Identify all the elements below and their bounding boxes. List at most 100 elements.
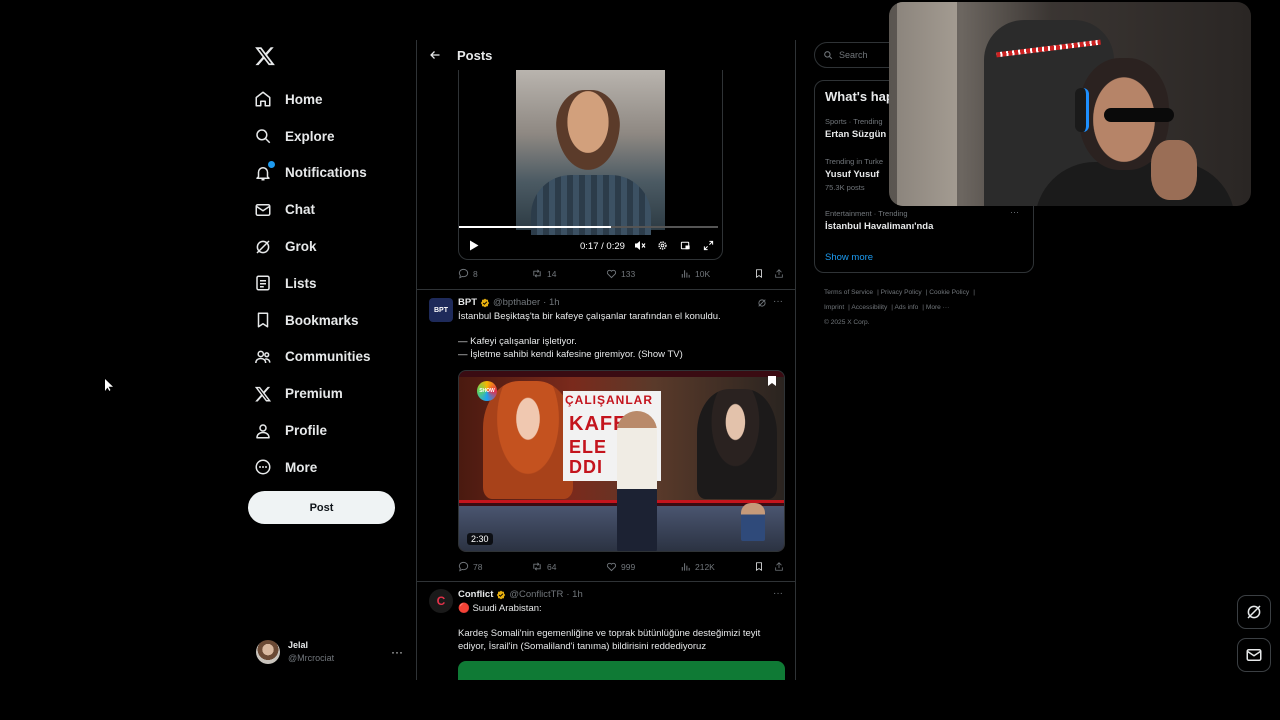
account-switcher[interactable]: Jelal @Mrcrociat ··· xyxy=(256,638,406,666)
notification-badge xyxy=(267,159,276,169)
page-title: Posts xyxy=(457,47,493,63)
back-arrow-icon[interactable] xyxy=(429,49,441,61)
nav-label: Explore xyxy=(285,128,335,144)
video-duration: 2:30 xyxy=(467,533,493,545)
views-button[interactable]: 10K xyxy=(680,268,710,279)
tweet-text: Kardeş Somali'nin egemenliğine ve toprak… xyxy=(458,628,761,652)
view-count: 10K xyxy=(695,268,711,279)
show-more-link[interactable]: Show more xyxy=(825,252,873,263)
bookmark-button[interactable] xyxy=(754,268,768,279)
nav-item-lists[interactable]: Lists xyxy=(254,265,371,302)
tweet-text: 🔴 Suudi Arabistan: xyxy=(458,603,542,614)
settings-gear-icon[interactable] xyxy=(657,240,668,251)
tweet-time[interactable]: · 1h xyxy=(543,297,559,308)
fullscreen-icon[interactable] xyxy=(703,240,714,251)
webcam-headset xyxy=(1075,88,1089,132)
reply-count: 78 xyxy=(473,561,483,572)
author-name[interactable]: BPT xyxy=(458,297,477,308)
video-frame xyxy=(516,70,665,235)
x-logo-icon[interactable] xyxy=(254,45,276,67)
mute-icon[interactable] xyxy=(634,240,646,251)
footer-link-ads[interactable]: Ads info xyxy=(894,304,918,311)
author-handle[interactable]: @bpthaber xyxy=(493,297,540,308)
footer-link-imprint[interactable]: Imprint xyxy=(824,304,844,311)
share-button[interactable] xyxy=(774,561,788,572)
grok-fab-button[interactable] xyxy=(1237,595,1271,629)
trend-meta: Entertainment · Trending xyxy=(825,209,908,218)
tweet-header: BPT @bpthaber · 1h xyxy=(458,297,560,308)
webcam-sunglasses xyxy=(1104,108,1174,122)
repost-button[interactable]: 14 xyxy=(531,268,556,279)
bookmark-icon xyxy=(756,269,762,279)
nav-label: Home xyxy=(285,91,323,107)
more-horizontal-icon[interactable]: ··· xyxy=(1010,207,1019,217)
video-person xyxy=(483,381,573,499)
share-button[interactable] xyxy=(774,268,788,279)
play-icon[interactable] xyxy=(469,240,479,251)
nav-item-home[interactable]: Home xyxy=(254,81,371,118)
nav-label: Profile xyxy=(285,423,328,439)
footer-link-tos[interactable]: Terms of Service xyxy=(824,289,873,296)
share-icon xyxy=(775,269,783,278)
channel-logo: SHOW xyxy=(477,381,497,401)
tweet-divider xyxy=(417,581,795,582)
picture-in-picture-icon[interactable] xyxy=(680,240,691,251)
nav-item-chat[interactable]: Chat xyxy=(254,191,371,228)
nav-item-bookmarks[interactable]: Bookmarks xyxy=(254,302,371,339)
bell-icon xyxy=(254,159,276,182)
video-player[interactable]: ÇALIŞANLAR KAFE ELE DDI SHOW 2:30 xyxy=(458,370,785,552)
person-icon xyxy=(254,422,272,440)
post-button[interactable]: Post xyxy=(248,491,395,524)
nav-label: Chat xyxy=(285,202,315,218)
nav-item-premium[interactable]: Premium xyxy=(254,375,371,412)
nav-label: Lists xyxy=(285,275,317,291)
nav-item-more[interactable]: More xyxy=(254,449,371,486)
author-name[interactable]: Conflict xyxy=(458,589,493,600)
author-handle[interactable]: @ConflictTR xyxy=(509,589,563,600)
footer-link-privacy[interactable]: Privacy Policy xyxy=(881,289,922,296)
bookmark-icon xyxy=(254,311,272,329)
tweet-text: — Kafeyi çalışanlar işletiyor. xyxy=(458,336,577,347)
nav-item-explore[interactable]: Explore xyxy=(254,118,371,155)
webcam-person-hand xyxy=(1151,140,1197,200)
trend-item[interactable]: Entertainment · Trending İstanbul Havali… xyxy=(825,207,1025,232)
video-progress-bar[interactable] xyxy=(459,226,718,228)
nav-item-notifications[interactable]: Notifications xyxy=(254,155,371,192)
footer-link-more[interactable]: More ··· xyxy=(926,304,949,311)
like-count: 133 xyxy=(621,268,636,279)
search-icon xyxy=(824,51,833,60)
video-player[interactable]: 0:17 / 0:29 xyxy=(458,70,723,260)
main-timeline: Posts 0:17 / 0:29 8 14 133 10K BPT BPT @… xyxy=(416,40,796,680)
more-horizontal-icon[interactable]: ··· xyxy=(773,296,783,307)
avatar[interactable]: BPT xyxy=(429,298,453,322)
nav-item-grok[interactable]: Grok xyxy=(254,228,371,265)
reply-icon xyxy=(458,561,469,572)
views-button[interactable]: 212K xyxy=(680,561,715,572)
repost-icon xyxy=(533,562,541,571)
like-button[interactable]: 999 xyxy=(606,561,635,572)
tweet-actions: 78 64 999 212K xyxy=(458,561,788,575)
repost-count: 14 xyxy=(547,268,557,279)
avatar[interactable]: C xyxy=(429,589,453,613)
nav-item-communities[interactable]: Communities xyxy=(254,339,371,376)
more-horizontal-icon[interactable]: ··· xyxy=(391,645,403,659)
reply-button[interactable]: 8 xyxy=(458,268,478,279)
messages-fab-button[interactable] xyxy=(1237,638,1271,672)
reply-button[interactable]: 78 xyxy=(458,561,482,572)
view-count: 212K xyxy=(695,561,715,572)
verified-badge-icon xyxy=(480,298,490,307)
mail-icon xyxy=(1246,649,1262,661)
footer-link-cookie[interactable]: Cookie Policy xyxy=(929,289,969,296)
like-button[interactable]: 133 xyxy=(606,268,635,279)
bookmark-button[interactable] xyxy=(754,561,768,572)
grok-icon[interactable] xyxy=(757,298,767,308)
repost-button[interactable]: 64 xyxy=(531,561,556,572)
x-logo-icon xyxy=(254,385,272,403)
board-text: ELE xyxy=(569,437,608,457)
webcam-overlay xyxy=(889,2,1251,206)
tweet-time[interactable]: · 1h xyxy=(566,589,582,600)
footer-link-accessibility[interactable]: Accessibility xyxy=(851,304,887,311)
tweet-media[interactable] xyxy=(458,661,785,680)
more-horizontal-icon[interactable]: ··· xyxy=(773,588,783,599)
nav-item-profile[interactable]: Profile xyxy=(254,412,371,449)
